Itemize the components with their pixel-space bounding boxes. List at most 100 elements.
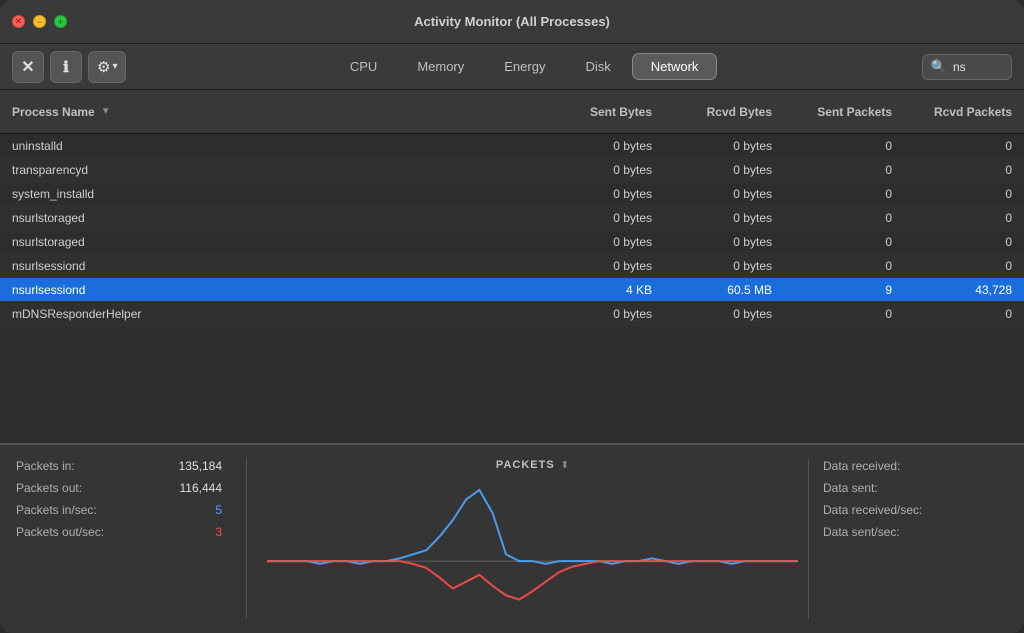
search-box[interactable]: 🔍 xyxy=(922,54,1012,80)
cell-sent-packets: 0 xyxy=(784,135,904,157)
cell-rcvd-packets: 0 xyxy=(904,207,1024,229)
chart-area xyxy=(267,479,798,633)
data-sent-label: Data sent: xyxy=(823,481,878,495)
table-body: uninstalld 0 bytes 0 bytes 0 0 transpare… xyxy=(0,134,1024,443)
stats-right: Data received: Data sent: Data received/… xyxy=(808,459,1008,619)
cell-sent-packets: 0 xyxy=(784,183,904,205)
cell-rcvd-packets: 0 xyxy=(904,255,1024,277)
tab-memory[interactable]: Memory xyxy=(398,53,483,80)
network-chart xyxy=(267,479,798,633)
table-row[interactable]: uninstalld 0 bytes 0 bytes 0 0 xyxy=(0,134,1024,158)
packets-in-value: 135,184 xyxy=(179,459,222,473)
cell-sent-packets: 0 xyxy=(784,207,904,229)
cell-rcvd-packets: 0 xyxy=(904,231,1024,253)
cell-rcvd-packets: 0 xyxy=(904,135,1024,157)
process-table: Process Name ▼ Sent Bytes Rcvd Bytes Sen… xyxy=(0,90,1024,443)
table-row[interactable]: nsurlsessiond 4 KB 60.5 MB 9 43,728 xyxy=(0,278,1024,302)
stat-packets-out-sec: Packets out/sec: 3 xyxy=(16,525,222,539)
gear-chevron: ▾ xyxy=(112,61,117,72)
table-row[interactable]: transparencyd 0 bytes 0 bytes 0 0 xyxy=(0,158,1024,182)
cell-rcvd-packets: 0 xyxy=(904,159,1024,181)
info-icon: ℹ xyxy=(63,58,69,76)
tab-energy[interactable]: Energy xyxy=(485,53,564,80)
cell-rcvd-bytes: 0 bytes xyxy=(664,231,784,253)
traffic-lights: ✕ − + xyxy=(12,15,67,28)
cell-rcvd-packets: 43,728 xyxy=(904,279,1024,301)
chart-chevron-icon[interactable]: ⬍ xyxy=(561,460,569,471)
stat-packets-in-sec: Packets in/sec: 5 xyxy=(16,503,222,517)
cell-sent-bytes: 0 bytes xyxy=(544,255,664,277)
th-sent-bytes[interactable]: Sent Bytes xyxy=(544,97,664,127)
activity-monitor-window: ✕ − + Activity Monitor (All Processes) ✕… xyxy=(0,0,1024,633)
th-process-name[interactable]: Process Name ▼ xyxy=(0,97,544,127)
cell-rcvd-bytes: 0 bytes xyxy=(664,135,784,157)
tab-cpu[interactable]: CPU xyxy=(331,53,396,80)
data-received-label: Data received: xyxy=(823,459,900,473)
cell-sent-packets: 9 xyxy=(784,279,904,301)
close-button[interactable]: ✕ xyxy=(12,15,25,28)
minimize-button[interactable]: − xyxy=(33,15,46,28)
cell-rcvd-bytes: 0 bytes xyxy=(664,207,784,229)
search-input[interactable] xyxy=(953,60,1003,74)
cell-rcvd-bytes: 0 bytes xyxy=(664,183,784,205)
stat-data-received-sec: Data received/sec: xyxy=(823,503,1008,517)
cell-sent-packets: 0 xyxy=(784,159,904,181)
stat-packets-out: Packets out: 116,444 xyxy=(16,481,222,495)
tab-network[interactable]: Network xyxy=(632,53,718,80)
packets-out-value: 116,444 xyxy=(180,481,223,495)
table-row[interactable]: nsurlstoraged 0 bytes 0 bytes 0 0 xyxy=(0,206,1024,230)
bottom-panel: Packets in: 135,184 Packets out: 116,444… xyxy=(0,443,1024,633)
sort-arrow-icon: ▼ xyxy=(101,106,111,117)
minimize-icon: − xyxy=(37,17,42,27)
cell-process-name: nsurlsessiond xyxy=(0,279,544,301)
chart-container: PACKETS ⬍ xyxy=(257,459,808,619)
cell-sent-packets: 0 xyxy=(784,303,904,325)
packets-in-sec-value: 5 xyxy=(215,503,222,517)
cell-process-name: transparencyd xyxy=(0,159,544,181)
cell-process-name: nsurlstoraged xyxy=(0,207,544,229)
cell-process-name: nsurlstoraged xyxy=(0,231,544,253)
packets-out-sec-label: Packets out/sec: xyxy=(16,525,104,539)
info-button[interactable]: ℹ xyxy=(50,51,82,83)
table-row[interactable]: system_installd 0 bytes 0 bytes 0 0 xyxy=(0,182,1024,206)
search-icon: 🔍 xyxy=(931,59,947,75)
cell-sent-bytes: 0 bytes xyxy=(544,207,664,229)
cell-rcvd-packets: 0 xyxy=(904,303,1024,325)
toolbar-left: ✕ ℹ ⚙ ▾ xyxy=(12,51,126,83)
packets-out-sec-value: 3 xyxy=(215,525,222,539)
th-sent-packets[interactable]: Sent Packets xyxy=(784,97,904,127)
stat-packets-in: Packets in: 135,184 xyxy=(16,459,222,473)
chart-title: PACKETS xyxy=(496,459,555,471)
left-divider xyxy=(246,459,247,619)
cell-rcvd-bytes: 0 bytes xyxy=(664,159,784,181)
table-row[interactable]: nsurlstoraged 0 bytes 0 bytes 0 0 xyxy=(0,230,1024,254)
x-icon: ✕ xyxy=(21,57,34,77)
maximize-icon: + xyxy=(58,17,63,27)
cell-sent-packets: 0 xyxy=(784,255,904,277)
close-process-button[interactable]: ✕ xyxy=(12,51,44,83)
gear-button[interactable]: ⚙ ▾ xyxy=(88,51,126,83)
cell-sent-bytes: 0 bytes xyxy=(544,135,664,157)
data-received-sec-label: Data received/sec: xyxy=(823,503,922,517)
table-row[interactable]: mDNSResponderHelper 0 bytes 0 bytes 0 0 xyxy=(0,302,1024,326)
toolbar: ✕ ℹ ⚙ ▾ CPU Memory Energy Disk Network 🔍 xyxy=(0,44,1024,90)
th-rcvd-packets[interactable]: Rcvd Packets xyxy=(904,97,1024,127)
cell-sent-bytes: 0 bytes xyxy=(544,303,664,325)
stat-data-sent-sec: Data sent/sec: xyxy=(823,525,1008,539)
table-header: Process Name ▼ Sent Bytes Rcvd Bytes Sen… xyxy=(0,90,1024,134)
tab-disk[interactable]: Disk xyxy=(566,53,629,80)
tab-bar: CPU Memory Energy Disk Network xyxy=(331,53,718,80)
gear-icon: ⚙ xyxy=(97,58,110,76)
packets-in-label: Packets in: xyxy=(16,459,75,473)
data-sent-sec-label: Data sent/sec: xyxy=(823,525,900,539)
cell-rcvd-bytes: 60.5 MB xyxy=(664,279,784,301)
cell-rcvd-packets: 0 xyxy=(904,183,1024,205)
maximize-button[interactable]: + xyxy=(54,15,67,28)
stat-data-sent: Data sent: xyxy=(823,481,1008,495)
chart-header: PACKETS ⬍ xyxy=(267,459,798,471)
titlebar: ✕ − + Activity Monitor (All Processes) xyxy=(0,0,1024,44)
stats-left: Packets in: 135,184 Packets out: 116,444… xyxy=(16,459,236,619)
th-rcvd-bytes[interactable]: Rcvd Bytes xyxy=(664,97,784,127)
packets-out-label: Packets out: xyxy=(16,481,82,495)
table-row[interactable]: nsurlsessiond 0 bytes 0 bytes 0 0 xyxy=(0,254,1024,278)
